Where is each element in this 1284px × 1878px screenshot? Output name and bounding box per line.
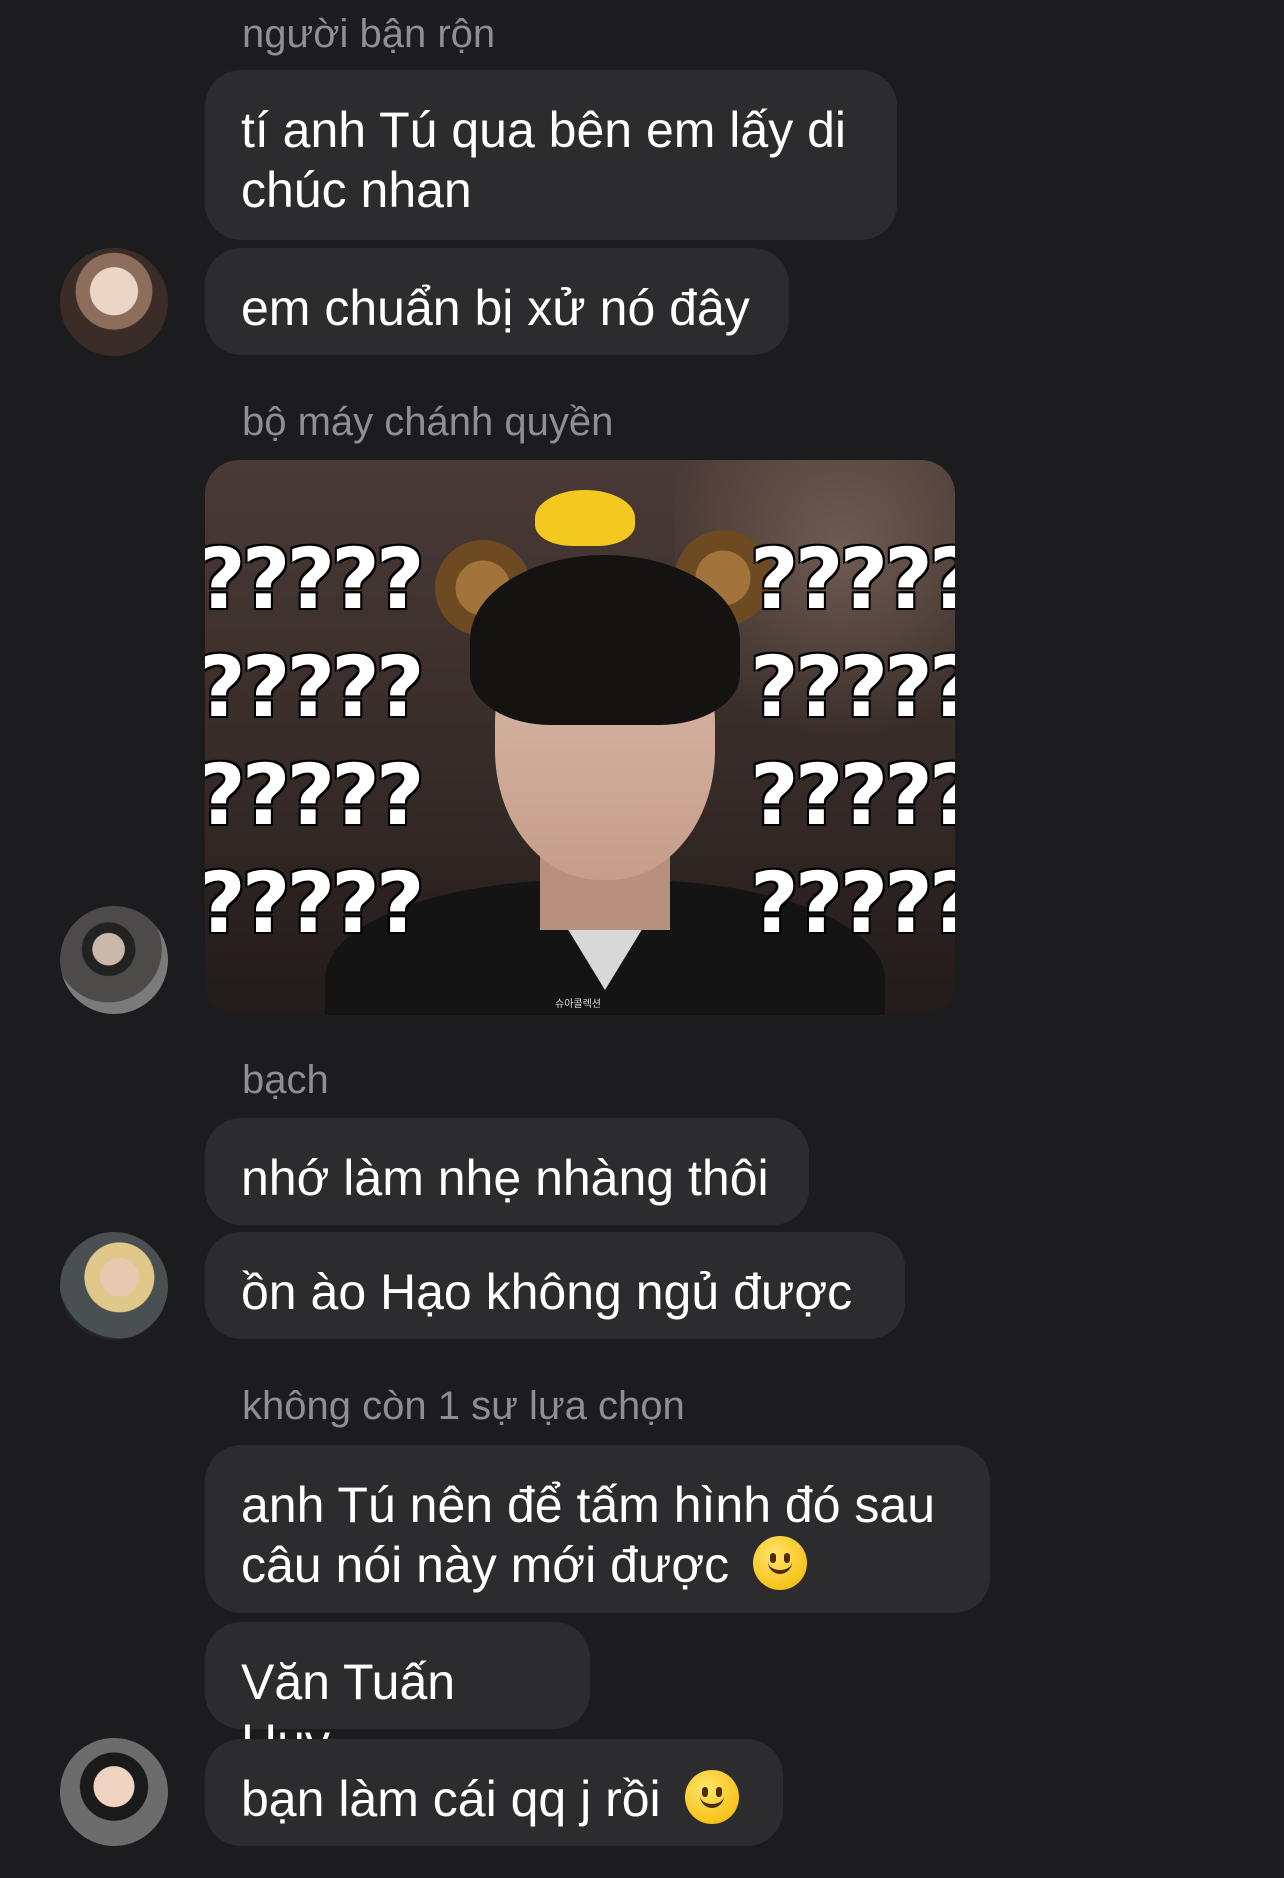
message-bubble[interactable]: Văn Tuấn Huy [205, 1622, 590, 1770]
question-marks: ????? [205, 746, 425, 844]
message-bubble[interactable]: bạn làm cái qq j rồi [205, 1739, 783, 1846]
avatar[interactable] [60, 906, 168, 1014]
sender-name: bạch [242, 1058, 329, 1102]
message-bubble[interactable]: anh Tú nên để tấm hình đó sau câu nói nà… [205, 1445, 990, 1613]
avatar[interactable] [60, 248, 168, 356]
message-text: bạn làm cái qq j rồi [241, 1771, 661, 1827]
question-marks-left: ????? ????? ????? ????? [205, 525, 425, 957]
person-hair [470, 555, 740, 725]
avatar[interactable] [60, 1738, 168, 1846]
message-bubble[interactable]: em chuẩn bị xử nó đây [205, 248, 789, 355]
message-bubble[interactable]: ồn ào Hạo không ngủ được [205, 1232, 905, 1339]
smiling-face-icon [753, 1536, 808, 1590]
message-text: em chuẩn bị xử nó đây [241, 280, 750, 336]
avatar[interactable] [60, 1232, 168, 1340]
banana-headband [535, 490, 635, 546]
question-marks: ????? [205, 530, 425, 628]
question-marks: ????? [205, 638, 425, 736]
message-text: anh Tú nên để tấm hình đó sau câu nói nà… [241, 1477, 936, 1593]
question-marks: ????? [750, 638, 955, 736]
message-text: tí anh Tú qua bên em lấy di chúc nhan [241, 102, 847, 218]
smiling-face-icon [684, 1770, 739, 1824]
question-marks: ????? [205, 854, 425, 952]
question-marks: ????? [750, 746, 955, 844]
question-marks: ????? [750, 530, 955, 628]
watermark: 슈아콜렉션 [555, 999, 601, 1010]
message-text: nhớ làm nhẹ nhàng thôi [241, 1150, 769, 1206]
sender-name: người bận rộn [242, 12, 496, 56]
message-bubble[interactable]: nhớ làm nhẹ nhàng thôi [205, 1118, 809, 1225]
chat-thread: người bận rộn tí anh Tú qua bên em lấy d… [0, 0, 1284, 1878]
sender-name: bộ máy chánh quyền [242, 400, 614, 444]
message-bubble[interactable]: tí anh Tú qua bên em lấy di chúc nhan [205, 70, 897, 240]
message-text: ồn ào Hạo không ngủ được [241, 1264, 853, 1320]
image-message[interactable]: ????? ????? ????? ????? ????? ????? ????… [205, 460, 955, 1015]
question-marks-right: ????? ????? ????? ????? [750, 525, 955, 957]
sender-name: không còn 1 sự lựa chọn [242, 1384, 685, 1428]
question-marks: ????? [750, 854, 955, 952]
